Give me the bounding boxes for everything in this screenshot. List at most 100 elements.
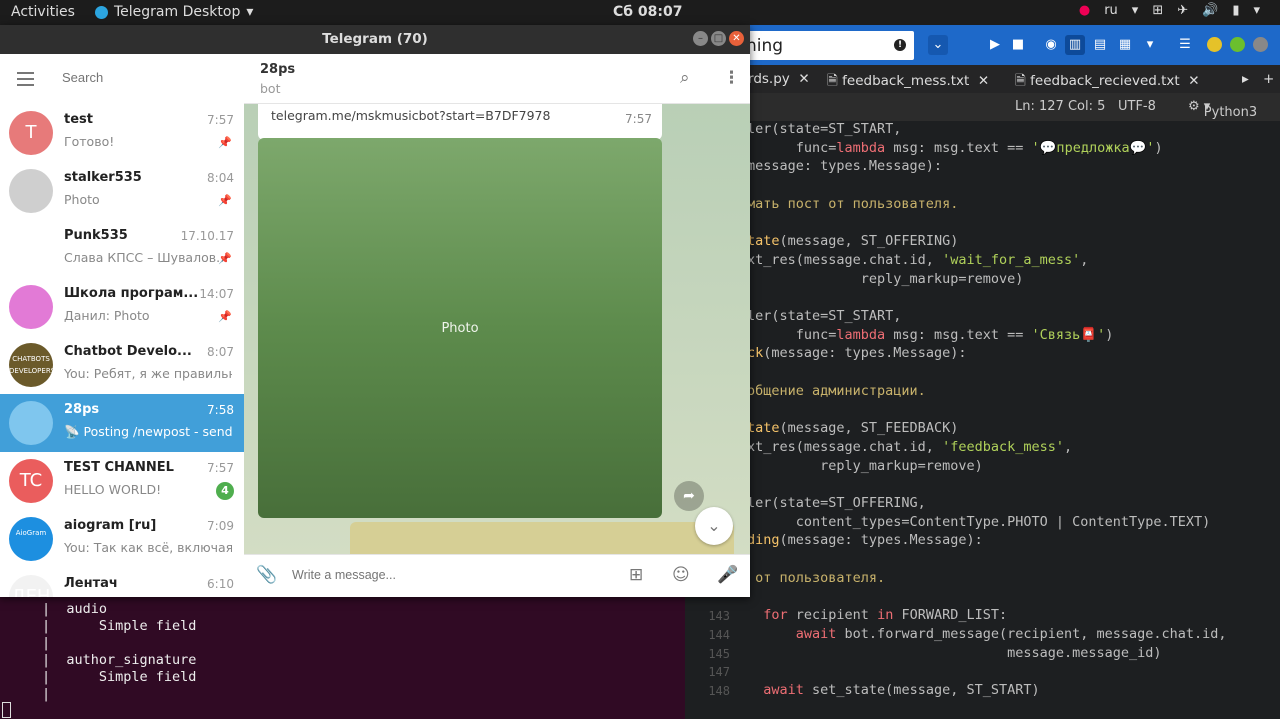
minimize-icon[interactable]: – — [693, 31, 708, 46]
code-line: xt_res(message.chat.id, 'feedback_mess', — [747, 439, 1072, 458]
code-token: (message: types.Message): — [779, 532, 983, 549]
clock[interactable]: Сб 08:07 — [613, 4, 683, 20]
search-icon[interactable]: ⌕ — [680, 68, 690, 88]
chat-time: 14:07 — [199, 287, 234, 301]
code-token: общение администрации. — [747, 382, 926, 399]
next-message-preview[interactable] — [350, 522, 734, 554]
language-selector[interactable]: ⚙ Python3 ▾ — [1188, 99, 1257, 120]
terminal-window[interactable]: | audio | Simple field | | author_signature… — [0, 597, 685, 719]
message-input[interactable] — [292, 568, 592, 582]
close-icon[interactable] — [1253, 37, 1268, 52]
chat-list-item[interactable]: Punk535 17.10.17 Слава КПСС – Шувалов... 📌 — [0, 220, 244, 278]
airplane-icon[interactable]: ✈ — [1177, 3, 1188, 18]
eye-icon[interactable]: ◉ — [1041, 35, 1061, 55]
chat-list-item[interactable]: AioGram aiogram [ru] 7:09 You: Так как всё,… — [0, 510, 244, 568]
activities-button[interactable]: Activities — [11, 4, 75, 20]
emoji-icon[interactable]: ☺ — [672, 565, 690, 585]
code-token: FORWARD_LIST: — [893, 607, 1008, 624]
play-icon[interactable]: ▶ — [985, 35, 1005, 55]
close-icon[interactable]: ✕ — [729, 31, 744, 46]
code-token: ) — [1105, 326, 1114, 343]
minimize-icon[interactable] — [1207, 37, 1222, 52]
volume-icon[interactable]: 🔊 — [1202, 3, 1218, 18]
window-title: Telegram (70) — [0, 25, 750, 54]
chat-list-item[interactable]: ДЕН Лентач 6:10 — [0, 568, 244, 597]
pin-icon: 📌 — [218, 252, 232, 265]
chevron-down-icon[interactable]: ▾ — [1140, 35, 1160, 55]
encoding[interactable]: UTF-8 — [1118, 99, 1156, 114]
code-token: (message, ST_OFFERING) — [779, 233, 959, 250]
more-options-icon[interactable]: ⋮ — [723, 68, 740, 88]
top-bar: Activities Telegram Desktop ▾ Сб 08:07 ●… — [0, 0, 1280, 25]
conversation-name[interactable]: 28ps — [260, 62, 295, 77]
code-line: ler(state=ST_START, — [747, 308, 901, 327]
network-icon[interactable]: ⊞ — [1152, 3, 1163, 18]
microphone-icon[interactable]: 🎤 — [717, 565, 738, 585]
message-link[interactable]: telegram.me/mskmusicbot?start=B7DF7978 — [271, 108, 550, 123]
pin-icon: 📌 — [218, 310, 232, 323]
conversation-status: bot — [260, 81, 281, 96]
telegram-window: Telegram (70) – □ ✕ Ttest7:57Готово!📌sta… — [0, 25, 750, 597]
chat-time: 17.10.17 — [180, 229, 234, 243]
chat-list-item[interactable]: Ttest 7:57 Готово! 📌 — [0, 104, 244, 162]
chat-list-item[interactable]: Школа програм... 14:07 Данил: Photo 📌 — [0, 278, 244, 336]
layout-left-icon[interactable]: ▥ — [1065, 35, 1085, 55]
notification-icon[interactable]: ● — [1079, 3, 1090, 18]
code-area[interactable]: ler(state=ST_START, func=lambda msg: msg… — [685, 121, 1280, 719]
maximize-icon[interactable] — [1230, 37, 1245, 52]
attach-icon[interactable]: 📎 — [256, 565, 277, 585]
tab-file[interactable]: rds.py ✕ — [748, 71, 810, 87]
bot-commands-icon[interactable]: ⊞ — [629, 565, 643, 585]
maximize-icon[interactable]: □ — [711, 31, 726, 46]
chevron-down-icon[interactable]: ⌄ — [928, 35, 948, 55]
code-token: ) — [1154, 139, 1163, 156]
message-bubble[interactable]: telegram.me/mskmusicbot?start=B7DF7978 7… — [258, 104, 662, 140]
tab-file[interactable]: 🗎 feedback_mess.txt ✕ — [827, 71, 989, 94]
clear-search-icon[interactable]: ! — [894, 39, 906, 51]
layout-right-icon[interactable]: ▦ — [1115, 35, 1135, 55]
chat-name: stalker535 — [64, 170, 142, 185]
battery-icon[interactable]: ▮ — [1232, 3, 1239, 18]
tabs-overflow-icon[interactable]: ▸ — [1242, 71, 1249, 87]
code-token: in — [877, 607, 894, 624]
search-box[interactable]: hing ! — [740, 31, 914, 60]
code-line: func=lambda msg: msg.text == '💬предложка… — [747, 140, 1163, 159]
hamburger-menu-icon[interactable] — [17, 72, 34, 90]
code-token: bot.forward_message(recipient, message.c… — [836, 625, 1227, 642]
code-editor-window: hing ! ⌄ ▶ ■ ◉ ▥ ▤ ▦ ▾ ☰ rds.py ✕ 🗎 feed… — [685, 25, 1280, 719]
chat-list-item[interactable]: stalker535 8:04 Photo 📌 — [0, 162, 244, 220]
avatar: T — [9, 111, 53, 155]
language-indicator[interactable]: ru — [1104, 3, 1118, 18]
system-tray[interactable]: ● ru ▾ ⊞ ✈ 🔊 ▮ ▾ — [1079, 3, 1260, 18]
terminal-line: | author_signature — [42, 652, 197, 668]
line-number: 145 — [708, 646, 730, 661]
pin-icon: 📌 — [218, 136, 232, 149]
code-token: xt_res(message.chat.id, — [747, 251, 943, 268]
search-input[interactable] — [62, 70, 222, 85]
stop-icon[interactable]: ■ — [1008, 35, 1028, 55]
chat-list-item[interactable]: 28ps 7:58 📡 Posting /newpost - send ... — [0, 394, 244, 452]
chat-list-item[interactable]: TC TEST CHANNEL 7:57 HELLO WORLD! 4 — [0, 452, 244, 510]
layout-bottom-icon[interactable]: ▤ — [1090, 35, 1110, 55]
app-menu[interactable]: Telegram Desktop ▾ — [95, 4, 253, 20]
sidebar-header — [0, 54, 244, 104]
code-token: message.message_id) — [747, 644, 1162, 661]
line-number: 143 — [708, 609, 730, 624]
share-icon[interactable]: ➦ — [674, 481, 704, 511]
code-token: tate — [747, 233, 780, 250]
message-time: 7:57 — [625, 112, 652, 126]
code-token: , — [1064, 438, 1073, 455]
chat-name: Chatbot Develo... — [64, 344, 192, 359]
chat-list-item[interactable]: CHATBOTS DEVELOPERS Chatbot Develo... 8:07… — [0, 336, 244, 394]
scroll-down-icon[interactable]: ⌄ — [695, 507, 733, 545]
tab-file[interactable]: 🗎 feedback_recieved.txt ✕ — [1015, 71, 1200, 94]
chat-preview: HELLO WORLD! — [64, 482, 162, 497]
code-token: func= — [747, 139, 837, 156]
code-line: for recipient in FORWARD_LIST: — [747, 607, 1007, 626]
message-area[interactable]: telegram.me/mskmusicbot?start=B7DF7978 7… — [244, 104, 750, 554]
photo-message[interactable]: Photo — [258, 138, 662, 518]
new-tab-icon[interactable]: + — [1263, 71, 1274, 87]
code-line: общение администрации. — [747, 383, 926, 402]
menu-icon[interactable]: ☰ — [1175, 35, 1195, 55]
